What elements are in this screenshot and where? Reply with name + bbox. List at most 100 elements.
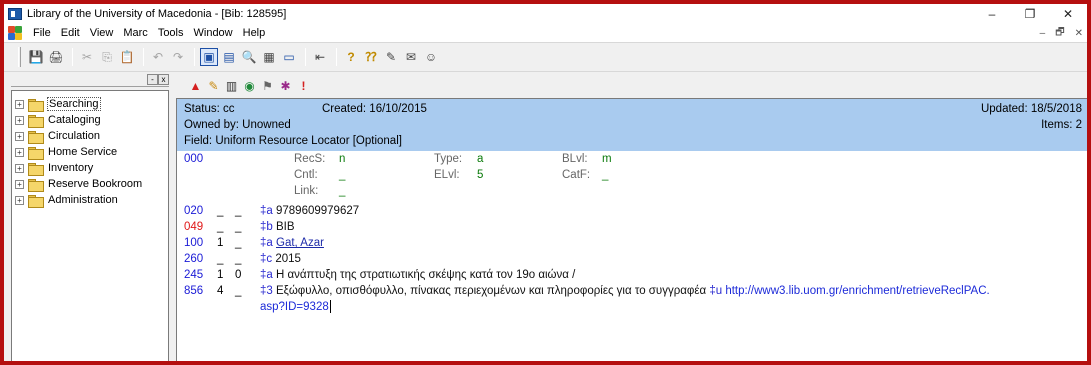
tree-item-label[interactable]: Administration (47, 194, 119, 206)
marc-field-row[interactable]: 020 _ _ ‡a 9789609979627 (177, 203, 1087, 219)
menu-file[interactable]: File (28, 27, 56, 39)
edit-icon[interactable]: ✎ (205, 78, 222, 95)
url-text[interactable]: asp?ID=9328 (260, 301, 329, 313)
field-856-row[interactable]: 856 4 _ ‡3 Εξώφυλλο, οπισθόφυλλο, πίνακα… (177, 283, 1087, 299)
fixed-field-row[interactable]: Cntl: _ ELvl: 5 CatF: _ (177, 167, 1087, 183)
cntl-value[interactable]: _ (339, 167, 345, 183)
tree-item-searching[interactable]: + Searching (12, 96, 168, 112)
field-content[interactable]: asp?ID=9328 (260, 299, 331, 315)
indicator-1[interactable]: _ (217, 203, 223, 219)
field-content[interactable]: ‡a Η ανάπτυξη της στρατιωτικής σκέψης κα… (260, 267, 575, 283)
bookmark-flag-icon[interactable]: ⚑ (259, 78, 276, 95)
context-help-icon[interactable]: ⁇ (362, 48, 380, 66)
exclamation-icon[interactable]: ! (295, 78, 312, 95)
title-bar[interactable]: Library of the University of Macedonia -… (4, 4, 1087, 24)
tree-item-label[interactable]: Reserve Bookroom (47, 178, 143, 190)
expand-icon[interactable]: + (15, 163, 24, 173)
catf-value[interactable]: _ (602, 167, 608, 183)
tree-item-inventory[interactable]: + Inventory (12, 160, 168, 176)
minimize-button[interactable]: – (973, 4, 1011, 24)
indicator-2[interactable]: _ (235, 283, 241, 299)
link-icon[interactable]: ✱ (277, 78, 294, 95)
fixed-field-row[interactable]: 000 RecS: n Type: a BLvl: m (177, 151, 1087, 167)
recs-value[interactable]: n (339, 151, 345, 167)
undo-icon[interactable]: ↶ (149, 48, 167, 66)
tree-item-administration[interactable]: + Administration (12, 192, 168, 208)
indicator-2[interactable]: _ (235, 219, 241, 235)
tree-item-home-service[interactable]: + Home Service (12, 144, 168, 160)
expand-icon[interactable]: + (15, 115, 24, 125)
tree-item-label[interactable]: Searching (47, 97, 101, 111)
messages-icon[interactable]: ✉ (402, 48, 420, 66)
user-icon[interactable]: ☺ (422, 48, 440, 66)
tree-item-label[interactable]: Home Service (47, 146, 118, 158)
redo-icon[interactable]: ↷ (169, 48, 187, 66)
field-content[interactable]: ‡a Gat, Azar (260, 235, 324, 251)
menu-help[interactable]: Help (238, 27, 271, 39)
expand-icon[interactable]: + (15, 131, 24, 141)
pane-minimize-button[interactable]: - (147, 74, 158, 85)
document-menu-icon[interactable] (8, 26, 24, 40)
marc-field-row[interactable]: 100 1 _ ‡a Gat, Azar (177, 235, 1087, 251)
marc-field-row[interactable]: 245 1 0 ‡a Η ανάπτυξη της στρατιωτικής σκέψ… (177, 267, 1087, 283)
tools-icon[interactable]: ✎ (382, 48, 400, 66)
menu-tools[interactable]: Tools (153, 27, 189, 39)
field-content[interactable]: ‡a 9789609979627 (260, 203, 359, 219)
tree-item-reserve-bookroom[interactable]: + Reserve Bookroom (12, 176, 168, 192)
indicator-1[interactable]: 4 (217, 283, 223, 299)
find-icon[interactable]: 🔍 (240, 48, 258, 66)
barcode-icon[interactable]: ▥ (223, 78, 240, 95)
marc-field-row[interactable]: 260 _ _ ‡c 2015 (177, 251, 1087, 267)
indicator-2[interactable]: _ (235, 235, 241, 251)
elvl-value[interactable]: 5 (477, 167, 483, 183)
alert-icon[interactable]: ▲ (187, 78, 204, 95)
back-icon[interactable]: ⇤ (311, 48, 329, 66)
cascade-icon[interactable]: ▣ (200, 48, 218, 66)
menu-view[interactable]: View (85, 27, 119, 39)
help-icon[interactable]: ? (342, 48, 360, 66)
fixed-field-row[interactable]: Link: _ (177, 183, 1087, 199)
toolbar-grip[interactable] (18, 47, 21, 67)
tree-item-label[interactable]: Cataloging (47, 114, 102, 126)
field-content[interactable]: ‡b BIB (260, 219, 295, 235)
mdi-minimize-button[interactable]: – (1040, 28, 1046, 39)
indicator-2[interactable]: _ (235, 203, 241, 219)
indicator-2[interactable]: 0 (235, 267, 241, 283)
indicator-1[interactable]: 1 (217, 235, 223, 251)
indicator-1[interactable]: 1 (217, 267, 223, 283)
indicator-1[interactable]: _ (217, 219, 223, 235)
expand-icon[interactable]: + (15, 147, 24, 157)
field-content[interactable]: ‡3 Εξώφυλλο, οπισθόφυλλο, πίνακας περιεχ… (260, 283, 990, 299)
menu-edit[interactable]: Edit (56, 27, 85, 39)
copy-icon[interactable]: ⎘ (98, 48, 116, 66)
indicator-2[interactable]: _ (235, 251, 241, 267)
indicator-1[interactable]: _ (217, 251, 223, 267)
link-value[interactable]: _ (339, 183, 345, 199)
tile-icon[interactable]: ▤ (220, 48, 238, 66)
field-856-continuation[interactable]: asp?ID=9328 (177, 299, 1087, 315)
print-icon[interactable]: 🖨 (47, 48, 65, 66)
mdi-close-button[interactable]: ✕ (1075, 28, 1083, 39)
tree-item-label[interactable]: Circulation (47, 130, 101, 142)
cut-icon[interactable]: ✂ (78, 48, 96, 66)
restore-button[interactable]: ❐ (1011, 4, 1049, 24)
subfield-text[interactable]: Gat, Azar (276, 237, 324, 249)
marc-field-row[interactable]: 049 _ _ ‡b BIB (177, 219, 1087, 235)
save-icon[interactable]: 💾 (27, 48, 45, 66)
tree-item-label[interactable]: Inventory (47, 162, 94, 174)
tree-item-circulation[interactable]: + Circulation (12, 128, 168, 144)
tree-item-cataloging[interactable]: + Cataloging (12, 112, 168, 128)
blvl-value[interactable]: m (602, 151, 612, 167)
globe-icon[interactable]: ◉ (241, 78, 258, 95)
expand-icon[interactable]: + (15, 195, 24, 205)
pane-close-button[interactable]: x (158, 74, 169, 85)
paste-icon[interactable]: 📋 (118, 48, 136, 66)
menu-marc[interactable]: Marc (118, 27, 152, 39)
url-text[interactable]: http://www3.lib.uom.gr/enrichment/retrie… (725, 285, 989, 297)
bookmark-icon[interactable]: ▦ (260, 48, 278, 66)
mdi-restore-button[interactable]: 🗗 (1055, 25, 1064, 42)
close-button[interactable]: ✕ (1049, 4, 1087, 24)
window-icon[interactable]: ▭ (280, 48, 298, 66)
type-value[interactable]: a (477, 151, 483, 167)
field-content[interactable]: ‡c 2015 (260, 251, 301, 267)
